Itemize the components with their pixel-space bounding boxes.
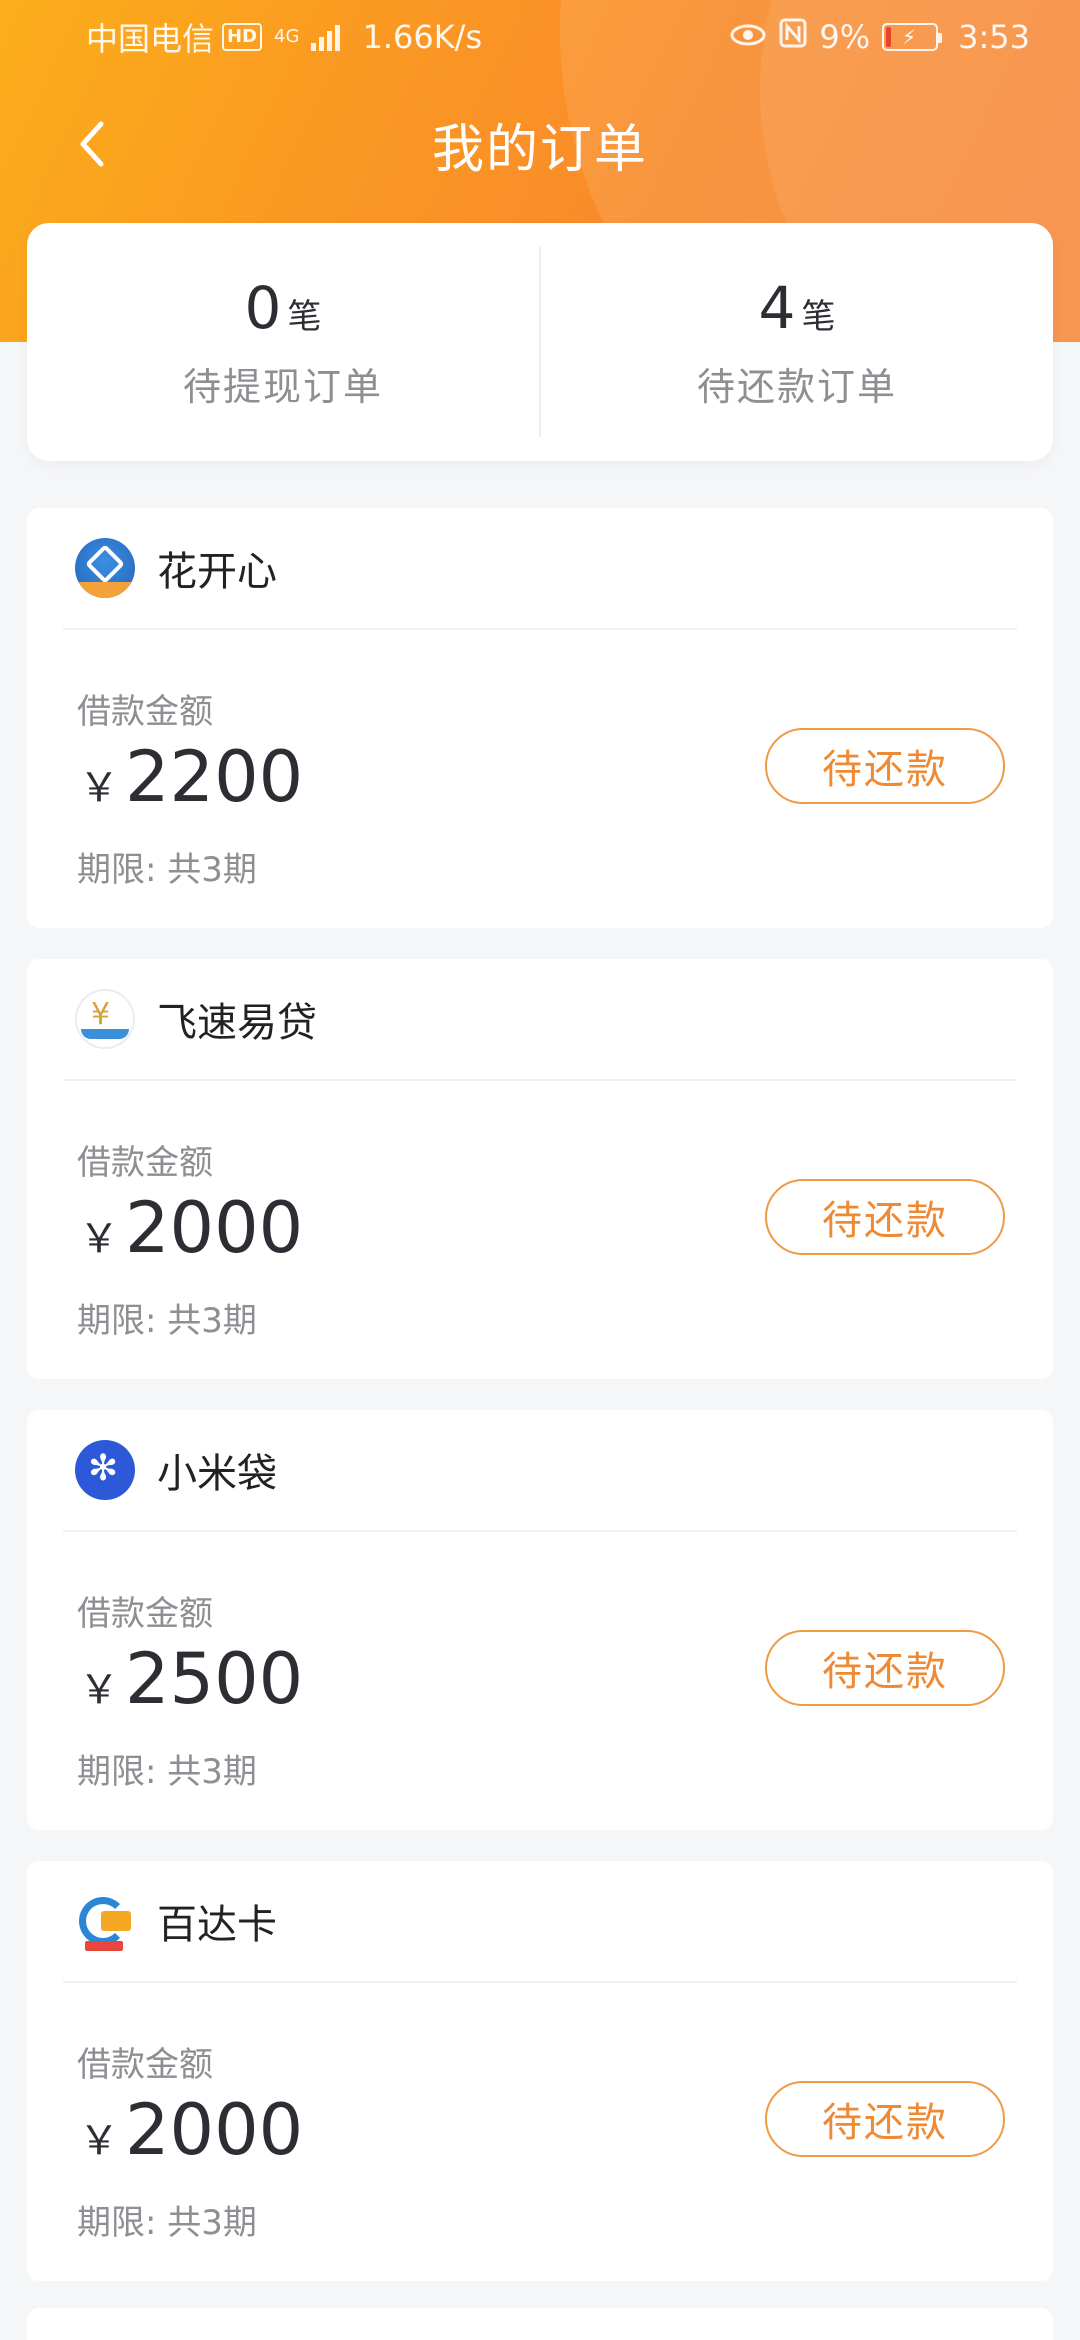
- amount-label: 借款金额: [77, 692, 213, 732]
- currency-symbol: ￥: [79, 2118, 119, 2164]
- pending-withdraw-count: 0: [244, 273, 282, 342]
- pending-repay-label: 待还款订单: [696, 364, 897, 409]
- status-bar-left: 中国电信 HD 4G 1.66K/s: [86, 14, 729, 60]
- back-button[interactable]: [60, 112, 124, 176]
- amount-label: 借款金额: [77, 2045, 213, 2085]
- nav-bar: 我的订单: [0, 74, 1080, 214]
- amount-label: 借款金额: [77, 1594, 213, 1634]
- loan-term: 期限: 共3期: [77, 2203, 257, 2243]
- lender-name: 百达卡: [157, 1902, 277, 1948]
- order-card-header: ✻ 小米袋: [63, 1410, 1017, 1532]
- order-summary-card: 0 笔 待提现订单 4 笔 待还款订单: [27, 223, 1053, 461]
- order-card[interactable]: ¥ 飞速易贷 借款金额 ￥ 2000 期限: 共3期 待还款: [27, 959, 1053, 1379]
- carrier-name: 中国电信: [86, 20, 215, 58]
- order-card-header: 花开心: [63, 508, 1017, 630]
- summary-pending-repay[interactable]: 4 笔 待还款订单: [539, 247, 1053, 437]
- chevron-left-icon: [80, 121, 104, 167]
- order-card-header: ¥ 飞速易贷: [63, 959, 1017, 1081]
- count-unit: 笔: [801, 296, 836, 337]
- hd-badge: HD: [222, 23, 263, 51]
- order-card-header: 百达卡: [63, 1861, 1017, 1983]
- page-title: 我的订单: [431, 119, 648, 180]
- lender-name: 飞速易贷: [157, 1000, 317, 1046]
- amount-label: 借款金额: [77, 1143, 213, 1183]
- repay-status-button[interactable]: 待还款: [765, 2081, 1005, 2157]
- network-speed: 1.66K/s: [362, 18, 483, 56]
- pending-repay-count: 4: [758, 273, 796, 342]
- count-unit: 笔: [287, 296, 322, 337]
- summary-count: 0 笔: [245, 274, 322, 342]
- loan-term: 期限: 共3期: [77, 1301, 257, 1341]
- amount-value: 2200: [125, 736, 304, 818]
- lender-name: 花开心: [157, 549, 277, 595]
- baidaka-logo-icon: [75, 1891, 135, 1951]
- loan-amount: ￥ 2000: [79, 1187, 303, 1269]
- status-bar: 中国电信 HD 4G 1.66K/s 9% ⚡ 3:53: [0, 0, 1080, 74]
- repay-status-button[interactable]: 待还款: [765, 1630, 1005, 1706]
- battery-percent: 9%: [819, 18, 871, 56]
- clock: 3:53: [958, 18, 1030, 56]
- currency-symbol: ￥: [79, 765, 119, 811]
- amount-value: 2000: [125, 1187, 304, 1269]
- amount-value: 2500: [125, 1638, 304, 1720]
- amount-value: 2000: [125, 2089, 304, 2171]
- nfc-icon: [779, 18, 807, 56]
- status-bar-right: 9% ⚡ 3:53: [729, 18, 1030, 56]
- currency-symbol: ￥: [79, 1667, 119, 1713]
- currency-symbol: ￥: [79, 1216, 119, 1262]
- summary-count: 4 笔: [759, 274, 836, 342]
- network-type: 4G: [274, 26, 300, 47]
- loan-term: 期限: 共3期: [77, 1752, 257, 1792]
- order-card-partial[interactable]: [27, 2308, 1053, 2340]
- lender-name: 小米袋: [157, 1451, 277, 1497]
- repay-status-button[interactable]: 待还款: [765, 1179, 1005, 1255]
- xiaomidai-logo-icon: ✻: [75, 1440, 135, 1500]
- loan-term: 期限: 共3期: [77, 850, 257, 890]
- signal-icon: [311, 23, 341, 51]
- loan-amount: ￥ 2200: [79, 736, 303, 818]
- loan-amount: ￥ 2000: [79, 2089, 303, 2171]
- repay-status-button[interactable]: 待还款: [765, 728, 1005, 804]
- huakaixin-logo-icon: [75, 538, 135, 598]
- summary-pending-withdraw[interactable]: 0 笔 待提现订单: [27, 223, 539, 461]
- loan-amount: ￥ 2500: [79, 1638, 303, 1720]
- battery-icon: ⚡: [882, 23, 943, 51]
- order-card[interactable]: 百达卡 借款金额 ￥ 2000 期限: 共3期 待还款: [27, 1861, 1053, 2281]
- feisuyidai-logo-icon: ¥: [75, 989, 135, 1049]
- pending-withdraw-label: 待提现订单: [182, 364, 383, 409]
- order-card[interactable]: ✻ 小米袋 借款金额 ￥ 2500 期限: 共3期 待还款: [27, 1410, 1053, 1830]
- order-card[interactable]: 花开心 借款金额 ￥ 2200 期限: 共3期 待还款: [27, 508, 1053, 928]
- eye-icon: [729, 18, 767, 56]
